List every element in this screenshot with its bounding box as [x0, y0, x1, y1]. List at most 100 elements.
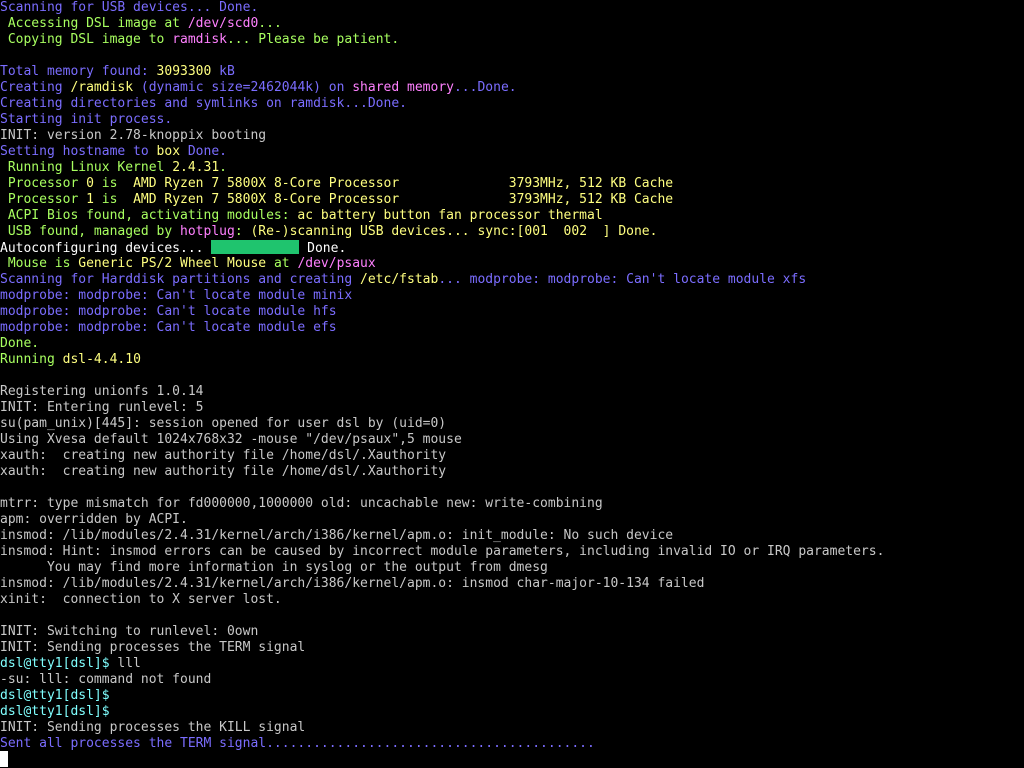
terminal-text: modprobe: modprobe: Can't locate module …	[0, 304, 337, 319]
terminal-line: su(pam_unix)[445]: session opened for us…	[0, 416, 1024, 432]
terminal-line: Creating directories and symlinks on ram…	[0, 96, 1024, 112]
terminal-line: Setting hostname to box Done.	[0, 144, 1024, 160]
terminal-line: INIT: Sending processes the TERM signal	[0, 640, 1024, 656]
terminal-text: shared memory	[352, 80, 454, 95]
terminal-line: modprobe: modprobe: Can't locate module …	[0, 320, 1024, 336]
terminal-text: lll	[109, 656, 141, 671]
terminal-line: Done.	[0, 336, 1024, 352]
terminal-text: dsl@tty1[dsl]$	[0, 704, 110, 719]
terminal-text: at	[266, 256, 298, 271]
terminal-text: /dev/scd0	[187, 16, 259, 31]
terminal-text: Done.	[180, 144, 227, 159]
terminal-line: INIT: version 2.78-knoppix booting	[0, 128, 1024, 144]
terminal-text: su(pam_unix)[445]: session opened for us…	[0, 416, 447, 431]
terminal-line: dsl@tty1[dsl]$	[0, 688, 1024, 704]
terminal-text: (dynamic size=2462044k) on	[133, 80, 353, 95]
terminal-text: .	[219, 160, 227, 175]
terminal-text: ... Please be patient.	[226, 32, 400, 47]
terminal-text: 0	[86, 176, 94, 191]
terminal-text: insmod: /lib/modules/2.4.31/kernel/arch/…	[0, 576, 705, 591]
terminal-text: Scanning for Harddisk partitions and cre…	[0, 272, 361, 287]
terminal-text: INIT: Sending processes the TERM signal	[0, 640, 306, 655]
terminal-text: 3093300	[156, 64, 212, 79]
terminal-line: insmod: /lib/modules/2.4.31/kernel/arch/…	[0, 576, 1024, 592]
terminal-text: Setting hostname to	[0, 144, 157, 159]
terminal-text: /ramdisk	[70, 80, 134, 95]
terminal-text: Copying DSL image to	[0, 32, 173, 47]
terminal-text: kB	[211, 64, 235, 79]
terminal-text: INIT: Sending processes the KILL signal	[0, 720, 306, 735]
terminal-text: is	[93, 176, 134, 191]
terminal-line: xauth: creating new authority file /home…	[0, 448, 1024, 464]
terminal-line: Total memory found: 3093300 kB	[0, 64, 1024, 80]
terminal-line: Processor 1 is AMD Ryzen 7 5800X 8-Core …	[0, 192, 1024, 208]
terminal-text: Accessing DSL image at	[0, 16, 188, 31]
terminal-text: AMD Ryzen 7 5800X 8-Core Processor 3793M…	[133, 176, 674, 191]
terminal-text: Creating directories and symlinks on ram…	[0, 96, 407, 111]
terminal-text: /dev/psaux	[297, 256, 376, 271]
terminal-text: Starting init process.	[0, 112, 173, 127]
terminal-line: Registering unionfs 1.0.14	[0, 384, 1024, 400]
terminal-line: USB found, managed by hotplug: (Re-)scan…	[0, 224, 1024, 240]
terminal-line: You may find more information in syslog …	[0, 560, 1024, 576]
terminal-text: dsl@tty1[dsl]$	[0, 656, 110, 671]
terminal-text: ...	[258, 16, 282, 31]
terminal-line: dsl@tty1[dsl]$	[0, 704, 1024, 720]
terminal-text: Scanning for USB devices... Done.	[0, 0, 259, 15]
terminal-text: insmod: Hint: insmod errors can be cause…	[0, 544, 885, 559]
terminal-text: Done.	[299, 241, 347, 256]
terminal-text: Running Linux Kernel	[0, 160, 173, 175]
terminal-text: apm: overridden by ACPI.	[0, 512, 188, 527]
terminal-text: Sent all processes the TERM signal......…	[0, 736, 595, 751]
terminal-line: Starting init process.	[0, 112, 1024, 128]
terminal-text: xinit: connection to X server lost.	[0, 592, 282, 607]
terminal-line: xinit: connection to X server lost.	[0, 592, 1024, 608]
terminal-text: Processor	[0, 176, 87, 191]
progress-bar	[211, 240, 300, 254]
terminal-text: Registering unionfs 1.0.14	[0, 384, 204, 399]
terminal-line: apm: overridden by ACPI.	[0, 512, 1024, 528]
terminal-line: Autoconfiguring devices... Done.	[0, 240, 1024, 256]
terminal-text: Creating	[0, 80, 71, 95]
terminal-line: xauth: creating new authority file /home…	[0, 464, 1024, 480]
terminal-line: mtrr: type mismatch for fd000000,1000000…	[0, 496, 1024, 512]
terminal-line: -su: lll: command not found	[0, 672, 1024, 688]
terminal-output: Scanning for USB devices... Done. Access…	[0, 0, 1024, 768]
terminal-text: Total memory found:	[0, 64, 157, 79]
terminal-text: mtrr: type mismatch for fd000000,1000000…	[0, 496, 603, 511]
terminal-line: Processor 0 is AMD Ryzen 7 5800X 8-Core …	[0, 176, 1024, 192]
terminal-text: Running	[0, 352, 63, 367]
terminal-line: INIT: Switching to runlevel: 0own	[0, 624, 1024, 640]
terminal-text: /etc/fstab	[360, 272, 439, 287]
terminal-text: INIT: version 2.78-knoppix booting	[0, 128, 267, 143]
terminal-line: INIT: Sending processes the KILL signal	[0, 720, 1024, 736]
terminal-line: modprobe: modprobe: Can't locate module …	[0, 288, 1024, 304]
terminal-text: xauth: creating new authority file /home…	[0, 464, 447, 479]
terminal-text: USB found, managed by	[0, 224, 181, 239]
terminal-line: dsl@tty1[dsl]$ lll	[0, 656, 1024, 672]
terminal-line: Accessing DSL image at /dev/scd0...	[0, 16, 1024, 32]
console-screen[interactable]: Scanning for USB devices... Done. Access…	[0, 0, 1024, 768]
terminal-text: Using Xvesa default 1024x768x32 -mouse "…	[0, 432, 462, 447]
terminal-text: -su: lll: command not found	[0, 672, 212, 687]
terminal-text: Autoconfiguring devices...	[0, 241, 212, 256]
terminal-line: INIT: Entering runlevel: 5	[0, 400, 1024, 416]
terminal-text: :	[234, 224, 251, 239]
terminal-text: ...Done.	[453, 80, 517, 95]
terminal-line: Sent all processes the TERM signal......…	[0, 736, 1024, 752]
terminal-text: Processor	[0, 192, 87, 207]
terminal-line: Creating /ramdisk (dynamic size=2462044k…	[0, 80, 1024, 96]
terminal-text: dsl-4.4.10	[62, 352, 141, 367]
text-cursor	[0, 751, 8, 767]
terminal-text: 2.4.31	[172, 160, 220, 175]
terminal-text: 1	[86, 192, 94, 207]
terminal-text: dsl@tty1[dsl]$	[0, 688, 110, 703]
terminal-text: ac battery button fan processor thermal	[297, 208, 603, 223]
terminal-text: insmod: /lib/modules/2.4.31/kernel/arch/…	[0, 528, 674, 543]
terminal-text: box	[156, 144, 181, 159]
terminal-line: Scanning for Harddisk partitions and cre…	[0, 272, 1024, 288]
terminal-text: INIT: Entering runlevel: 5	[0, 400, 204, 415]
terminal-line: ACPI Bios found, activating modules: ac …	[0, 208, 1024, 224]
